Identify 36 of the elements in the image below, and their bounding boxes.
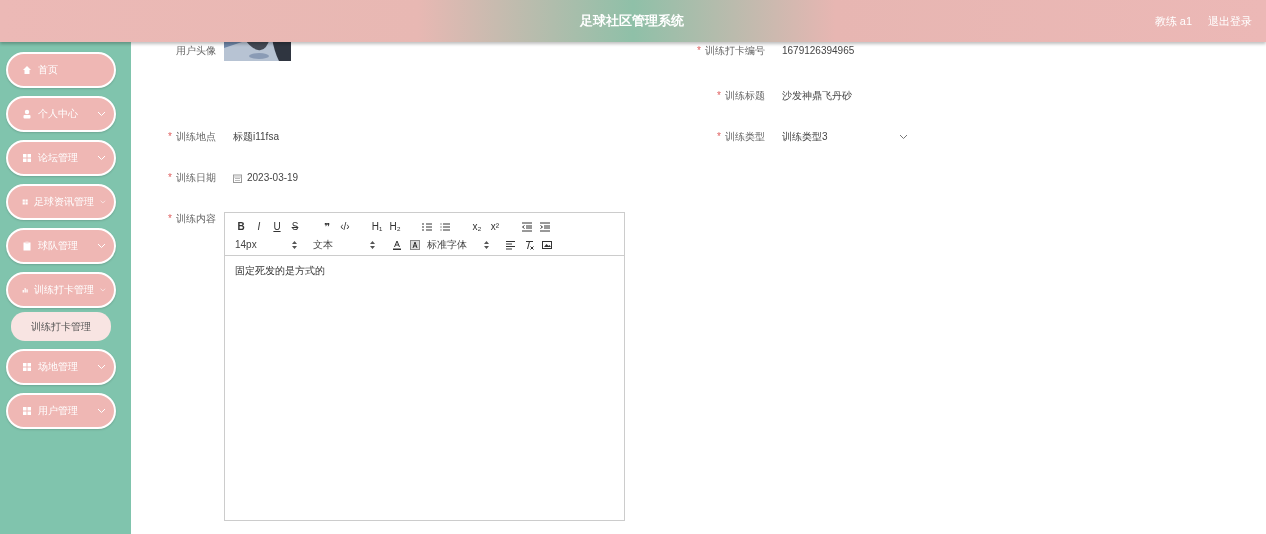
toolbar-select[interactable]: 14px <box>235 237 297 252</box>
field-value: 标题i11fsa <box>233 130 279 144</box>
editor-text: 固定死发的是方式的 <box>234 264 326 278</box>
field-label: 训练标题 <box>725 89 765 103</box>
toolbar-button[interactable]: H₁ <box>371 219 383 234</box>
field-label: 训练内容 <box>176 212 216 226</box>
submenu-item[interactable]: 训练打卡管理 <box>11 312 111 341</box>
required-mark: * <box>697 44 701 58</box>
field-label: 训练地点 <box>176 130 216 144</box>
required-mark: * <box>717 89 721 103</box>
required-mark: * <box>168 130 172 144</box>
field-value: 1679126394965 <box>782 44 855 58</box>
rich-text-editor[interactable]: B I U S ❞ ‹/› H₁ H₂ x₂ x² 14px 文本 标准字体 固定死发的是方式的 <box>224 212 625 521</box>
toolbar-select[interactable]: 文本 <box>313 237 375 252</box>
field-label: 训练日期 <box>176 171 216 185</box>
toolbar-button[interactable]: ❞ <box>321 219 333 234</box>
toolbar-button[interactable]: H₂ <box>389 219 401 234</box>
toolbar-button[interactable]: x² <box>489 219 501 234</box>
required-mark: * <box>717 130 721 144</box>
toolbar-select[interactable]: 标准字体 <box>427 237 489 252</box>
toolbar-button[interactable]: S <box>289 219 301 234</box>
toolbar-button[interactable]: I <box>253 219 265 234</box>
required-mark: * <box>168 171 172 185</box>
field-value: 沙发神鼎飞丹砂 <box>782 89 852 103</box>
user-name: 教练 a1 <box>1154 13 1192 29</box>
select-field[interactable]: 训练类型3 <box>782 130 908 144</box>
toolbar-button[interactable]: x₂ <box>471 219 483 234</box>
field-label: 用户头像 <box>176 44 216 58</box>
toolbar-button[interactable]: U <box>271 219 283 234</box>
toolbar-button[interactable]: B <box>235 219 247 234</box>
field-label: 训练打卡编号 <box>705 44 765 58</box>
field-label: 训练类型 <box>725 130 765 144</box>
app-title: 足球社区管理系统 <box>579 12 686 30</box>
toolbar-button[interactable]: ‹/› <box>339 219 351 234</box>
required-mark: * <box>168 212 172 226</box>
date-field[interactable]: 2023-03-19 <box>233 171 299 185</box>
